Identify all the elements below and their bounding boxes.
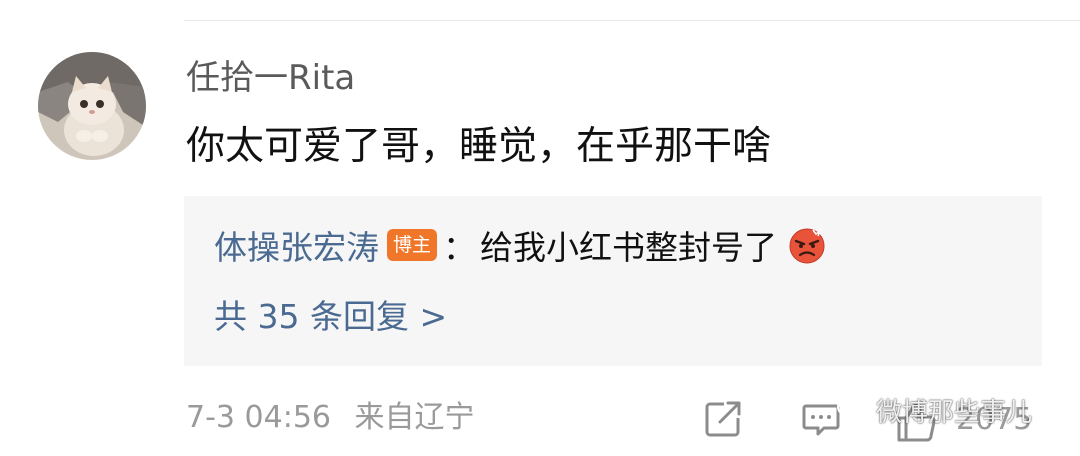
wechat-icon: [837, 397, 868, 422]
comment-meta: 7-3 04:56 来自辽宁: [186, 396, 475, 440]
cat-avatar-icon: [38, 52, 146, 160]
comment-card: 任拾一Rita 你太可爱了哥，睡觉，在乎那干啥 体操张宏涛 博主 ： 给我小红书…: [0, 0, 1080, 456]
reply-text: 给我小红书整封号了: [480, 228, 778, 267]
comment-text: 你太可爱了哥，睡觉，在乎那干啥: [186, 124, 772, 169]
divider: [184, 20, 1080, 21]
watermark-text: 微博那些事儿: [876, 397, 1033, 428]
reply-author[interactable]: 体操张宏涛: [214, 221, 379, 269]
reply-preview[interactable]: 体操张宏涛 博主 ： 给我小红书整封号了 共 35 条回复 >: [184, 196, 1042, 366]
comment-location: 来自辽宁: [354, 400, 475, 435]
reply-line: 体操张宏涛 博主 ： 给我小红书整封号了: [214, 220, 827, 270]
angry-face-emoji-icon: [789, 228, 825, 264]
avatar[interactable]: [38, 52, 146, 160]
reply-colon: ：: [443, 228, 477, 267]
comment-date: 7-3 04:56: [186, 400, 331, 435]
blogger-badge: 博主: [387, 229, 438, 261]
username[interactable]: 任拾一Rita: [186, 56, 355, 100]
view-replies-link[interactable]: 共 35 条回复 >: [214, 294, 447, 340]
share-icon[interactable]: [702, 398, 744, 440]
watermark: 微博那些事儿: [836, 388, 1032, 432]
